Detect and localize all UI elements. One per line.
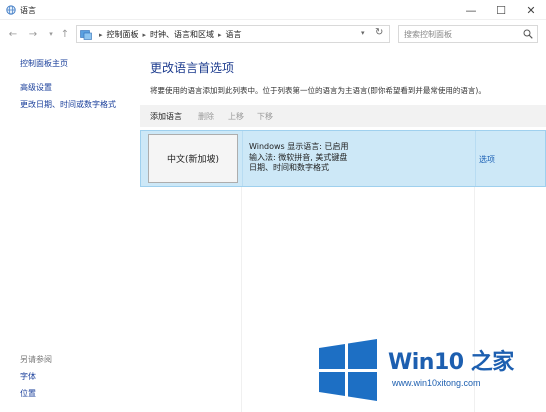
minimize-button[interactable]: — bbox=[456, 0, 486, 20]
language-options-link[interactable]: 选项 bbox=[479, 154, 495, 165]
breadcrumb: ▸ 控制面板 ▸ 时钟、语言和区域 ▸ 语言 bbox=[95, 29, 242, 40]
search-icon[interactable] bbox=[523, 29, 533, 39]
recent-locations-chevron-icon[interactable]: ▾ bbox=[44, 27, 58, 41]
forward-button[interactable]: → bbox=[26, 27, 40, 41]
advanced-settings-link[interactable]: 高级设置 bbox=[20, 82, 52, 93]
window-title: 语言 bbox=[20, 6, 36, 15]
chevron-right-icon: ▸ bbox=[99, 30, 103, 39]
control-panel-home-link[interactable]: 控制面板主页 bbox=[20, 58, 68, 69]
fonts-link[interactable]: 字体 bbox=[20, 371, 36, 382]
globe-icon bbox=[6, 5, 16, 15]
title-bar: 语言 — ☐ ✕ bbox=[0, 0, 546, 20]
delete-button[interactable]: 删除 bbox=[198, 111, 214, 122]
input-method-status: 输入法: 微软拼音, 美式键盘 bbox=[249, 152, 348, 162]
navigation-bar: ← → ▾ ↑ ▸ 控制面板 ▸ 时钟、语言和区域 ▸ 语言 ▾ ↻ bbox=[0, 22, 546, 46]
move-down-button[interactable]: 下移 bbox=[257, 111, 273, 122]
watermark: Win10 之家 www.win10xitong.com bbox=[312, 336, 546, 412]
see-also-heading: 另请参阅 bbox=[20, 355, 52, 364]
back-button[interactable]: ← bbox=[6, 27, 20, 41]
language-list-item[interactable]: 中文(新加坡) Windows 显示语言: 已启用 输入法: 微软拼音, 美式键… bbox=[140, 130, 546, 187]
display-language-status: Windows 显示语言: 已启用 bbox=[249, 142, 349, 151]
breadcrumb-language[interactable]: 语言 bbox=[226, 29, 242, 40]
language-toolbar: 添加语言 删除 上移 下移 bbox=[140, 105, 546, 127]
chevron-right-icon: ▸ bbox=[142, 30, 147, 39]
date-time-format-status: 日期、时间和数字格式 bbox=[249, 163, 329, 172]
breadcrumb-control-panel[interactable]: 控制面板 bbox=[107, 29, 139, 40]
breadcrumb-clock-language-region[interactable]: 时钟、语言和区域 bbox=[150, 29, 214, 40]
search-input[interactable] bbox=[404, 28, 519, 40]
address-bar[interactable]: ▸ 控制面板 ▸ 时钟、语言和区域 ▸ 语言 ▾ ↻ bbox=[76, 25, 390, 43]
page-description: 将要使用的语言添加到此列表中。位于列表第一位的语言为主语言(即你希望看到并最常使… bbox=[150, 86, 486, 95]
windows-logo-icon bbox=[319, 339, 377, 401]
column-divider bbox=[242, 131, 243, 186]
language-details: Windows 显示语言: 已启用 输入法: 微软拼音, 美式键盘 日期、时间和… bbox=[249, 142, 349, 174]
column-divider bbox=[475, 131, 476, 186]
left-panel: 控制面板主页 高级设置 更改日期、时间或数字格式 另请参阅 字体 位置 bbox=[0, 46, 140, 412]
refresh-icon[interactable]: ↻ bbox=[375, 27, 383, 38]
change-date-format-link[interactable]: 更改日期、时间或数字格式 bbox=[20, 99, 116, 110]
search-box[interactable] bbox=[398, 25, 538, 43]
maximize-button[interactable]: ☐ bbox=[486, 0, 516, 20]
location-link[interactable]: 位置 bbox=[20, 388, 36, 399]
move-up-button[interactable]: 上移 bbox=[228, 111, 244, 122]
watermark-title: Win10 之家 bbox=[388, 350, 514, 375]
watermark-url: www.win10xitong.com bbox=[392, 378, 481, 388]
add-language-button[interactable]: 添加语言 bbox=[150, 111, 182, 122]
close-button[interactable]: ✕ bbox=[516, 0, 546, 20]
chevron-down-icon[interactable]: ▾ bbox=[361, 29, 365, 37]
column-guide-line bbox=[241, 187, 242, 412]
up-button[interactable]: ↑ bbox=[58, 27, 72, 41]
chevron-right-icon: ▸ bbox=[218, 30, 222, 39]
language-name-button[interactable]: 中文(新加坡) bbox=[148, 134, 238, 183]
page-title: 更改语言首选项 bbox=[150, 61, 235, 75]
control-panel-icon bbox=[80, 30, 92, 40]
